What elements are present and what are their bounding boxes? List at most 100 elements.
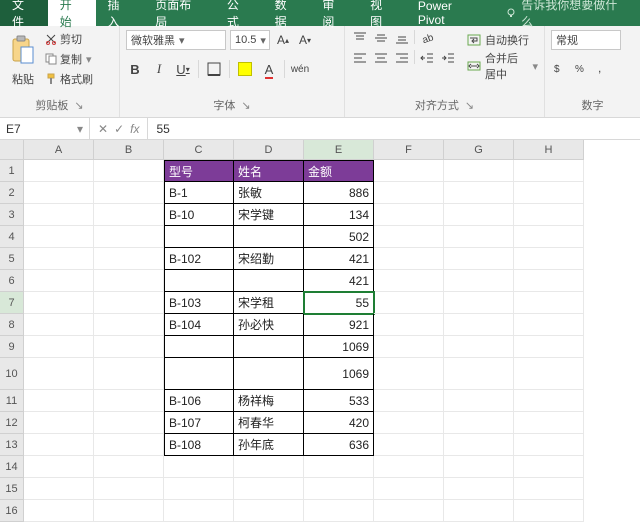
cell-B6[interactable] xyxy=(94,270,164,292)
cell-D11[interactable]: 杨祥梅 xyxy=(234,390,304,412)
cancel-icon[interactable]: ✕ xyxy=(98,122,108,136)
tab-power-pivot[interactable]: Power Pivot xyxy=(406,0,493,26)
cell-F9[interactable] xyxy=(374,336,444,358)
cell-G7[interactable] xyxy=(444,292,514,314)
cell-A10[interactable] xyxy=(24,358,94,390)
cell-G11[interactable] xyxy=(444,390,514,412)
cell-G5[interactable] xyxy=(444,248,514,270)
cell-A4[interactable] xyxy=(24,226,94,248)
cell-C8[interactable]: B-104 xyxy=(164,314,234,336)
cell-H3[interactable] xyxy=(514,204,584,226)
tab-view[interactable]: 视图 xyxy=(358,0,406,26)
font-color-button[interactable]: A xyxy=(260,60,278,78)
cell-A15[interactable] xyxy=(24,478,94,500)
font-size-combo[interactable]: 10.5▾ xyxy=(230,30,270,50)
cell-H15[interactable] xyxy=(514,478,584,500)
cell-A14[interactable] xyxy=(24,456,94,478)
column-header-D[interactable]: D xyxy=(234,140,304,160)
cell-C16[interactable] xyxy=(164,500,234,522)
copy-button[interactable]: 复制▾ xyxy=(44,50,93,68)
cell-H7[interactable] xyxy=(514,292,584,314)
cell-G12[interactable] xyxy=(444,412,514,434)
cell-C5[interactable]: B-102 xyxy=(164,248,234,270)
cell-D13[interactable]: 孙年底 xyxy=(234,434,304,456)
cell-A16[interactable] xyxy=(24,500,94,522)
cell-F7[interactable] xyxy=(374,292,444,314)
row-header[interactable]: 2 xyxy=(0,182,24,204)
column-header-A[interactable]: A xyxy=(24,140,94,160)
cell-D7[interactable]: 宋学租 xyxy=(234,292,304,314)
cell-H16[interactable] xyxy=(514,500,584,522)
fill-color-button[interactable] xyxy=(236,60,254,78)
cell-B3[interactable] xyxy=(94,204,164,226)
cell-B16[interactable] xyxy=(94,500,164,522)
cell-E13[interactable]: 636 xyxy=(304,434,374,456)
column-header-C[interactable]: C xyxy=(164,140,234,160)
cell-G14[interactable] xyxy=(444,456,514,478)
cell-E6[interactable]: 421 xyxy=(304,270,374,292)
cell-C4[interactable] xyxy=(164,226,234,248)
cell-E3[interactable]: 134 xyxy=(304,204,374,226)
formula-input[interactable]: 55 xyxy=(148,122,177,136)
cell-C12[interactable]: B-107 xyxy=(164,412,234,434)
row-header[interactable]: 3 xyxy=(0,204,24,226)
cell-F16[interactable] xyxy=(374,500,444,522)
row-header[interactable]: 13 xyxy=(0,434,24,456)
format-painter-button[interactable]: 格式刷 xyxy=(44,70,93,88)
cell-A8[interactable] xyxy=(24,314,94,336)
align-middle-button[interactable] xyxy=(372,30,390,46)
cell-F3[interactable] xyxy=(374,204,444,226)
column-header-F[interactable]: F xyxy=(374,140,444,160)
align-right-button[interactable] xyxy=(393,50,411,66)
cell-E16[interactable] xyxy=(304,500,374,522)
fx-icon[interactable]: fx xyxy=(130,122,139,136)
row-header[interactable]: 1 xyxy=(0,160,24,182)
cell-E14[interactable] xyxy=(304,456,374,478)
wrap-text-button[interactable]: 自动换行 xyxy=(467,30,538,50)
cell-G4[interactable] xyxy=(444,226,514,248)
dialog-launcher-icon[interactable]: ↘ xyxy=(465,99,474,112)
row-header[interactable]: 6 xyxy=(0,270,24,292)
row-header[interactable]: 15 xyxy=(0,478,24,500)
cell-B15[interactable] xyxy=(94,478,164,500)
cell-F8[interactable] xyxy=(374,314,444,336)
cell-E11[interactable]: 533 xyxy=(304,390,374,412)
cell-B14[interactable] xyxy=(94,456,164,478)
cell-E7[interactable]: 55 xyxy=(304,292,374,314)
cell-C14[interactable] xyxy=(164,456,234,478)
cell-F6[interactable] xyxy=(374,270,444,292)
cell-A6[interactable] xyxy=(24,270,94,292)
cell-B8[interactable] xyxy=(94,314,164,336)
increase-indent-button[interactable] xyxy=(439,50,457,66)
orientation-button[interactable]: ab xyxy=(418,30,436,46)
merge-center-button[interactable]: 合并后居中▾ xyxy=(467,56,538,76)
column-header-B[interactable]: B xyxy=(94,140,164,160)
cell-D10[interactable] xyxy=(234,358,304,390)
cell-H4[interactable] xyxy=(514,226,584,248)
row-header[interactable]: 5 xyxy=(0,248,24,270)
align-center-button[interactable] xyxy=(372,50,390,66)
cell-D15[interactable] xyxy=(234,478,304,500)
cell-C7[interactable]: B-103 xyxy=(164,292,234,314)
cell-C1[interactable]: 型号 xyxy=(164,160,234,182)
cell-D5[interactable]: 宋绍勤 xyxy=(234,248,304,270)
row-header[interactable]: 4 xyxy=(0,226,24,248)
cell-G6[interactable] xyxy=(444,270,514,292)
increase-font-button[interactable]: A▴ xyxy=(274,30,292,50)
cell-B13[interactable] xyxy=(94,434,164,456)
name-box[interactable]: E7▾ xyxy=(0,118,90,139)
cell-F13[interactable] xyxy=(374,434,444,456)
column-header-H[interactable]: H xyxy=(514,140,584,160)
cell-A3[interactable] xyxy=(24,204,94,226)
cut-button[interactable]: 剪切 xyxy=(44,30,93,48)
comma-button[interactable]: , xyxy=(593,60,611,76)
cell-A12[interactable] xyxy=(24,412,94,434)
cell-A2[interactable] xyxy=(24,182,94,204)
cell-A9[interactable] xyxy=(24,336,94,358)
cell-G13[interactable] xyxy=(444,434,514,456)
cell-B10[interactable] xyxy=(94,358,164,390)
tab-review[interactable]: 审阅 xyxy=(310,0,358,26)
cell-H1[interactable] xyxy=(514,160,584,182)
cell-F11[interactable] xyxy=(374,390,444,412)
phonetic-button[interactable]: wén xyxy=(291,60,309,78)
